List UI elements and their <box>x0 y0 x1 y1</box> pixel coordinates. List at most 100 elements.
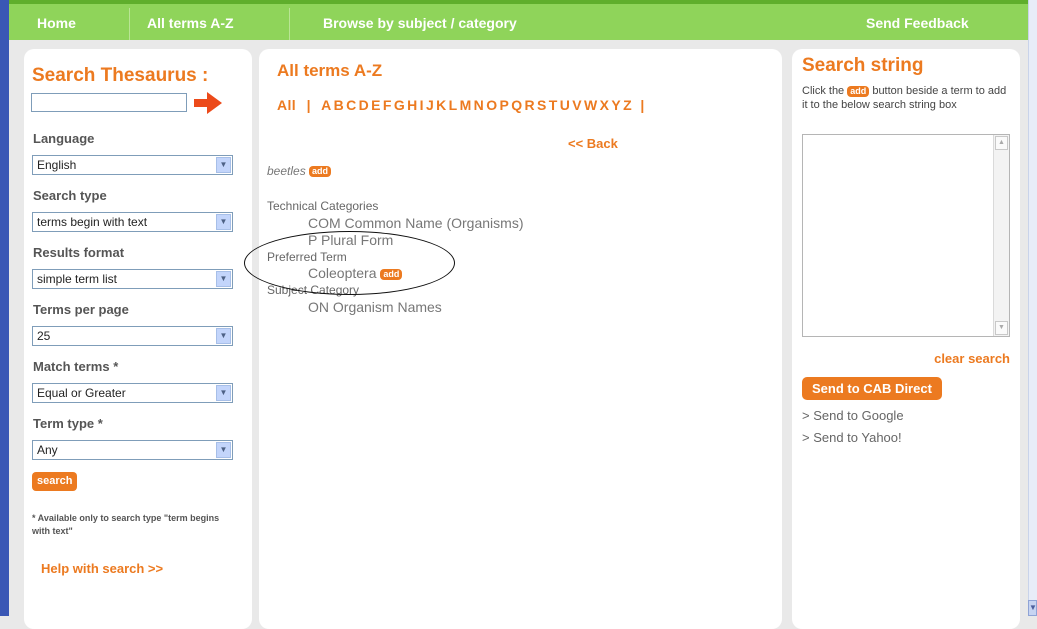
back-link[interactable]: << Back <box>568 136 618 151</box>
terms-per-page-select-value: 25 <box>37 329 51 343</box>
nav-all-terms[interactable]: All terms A-Z <box>147 15 234 31</box>
match-terms-select-value: Equal or Greater <box>37 386 126 400</box>
nav-divider <box>289 8 290 40</box>
term-text: beetles <box>267 164 306 178</box>
search-string-panel: Search string Click the add button besid… <box>792 49 1020 629</box>
scroll-up-icon[interactable]: ▲ <box>995 136 1008 150</box>
nav-send-feedback[interactable]: Send Feedback <box>866 15 969 31</box>
chevron-down-icon[interactable]: ▼ <box>216 442 231 458</box>
nav-home[interactable]: Home <box>37 15 76 31</box>
send-to-cab-direct-button[interactable]: Send to CAB Direct <box>802 377 942 400</box>
alpha-letter-link[interactable]: S <box>537 97 547 113</box>
search-button[interactable]: search <box>32 472 78 491</box>
alpha-letter-link[interactable]: C <box>346 97 357 113</box>
alpha-letter-link[interactable]: K <box>436 97 447 113</box>
alphabet-index: All | ABCDEFGHIJKLMNOPQRSTUVWXYZ | <box>277 97 647 113</box>
alpha-letter-link[interactable]: W <box>584 97 598 113</box>
search-string-textarea[interactable]: ▲ ▼ <box>802 134 1010 337</box>
match-terms-label: Match terms * <box>33 359 119 374</box>
window-left-edge <box>0 0 9 616</box>
language-select[interactable]: English ▼ <box>32 155 233 175</box>
alpha-letter-link[interactable]: A <box>321 97 332 113</box>
results-format-label: Results format <box>33 245 125 260</box>
all-terms-title: All terms A-Z <box>277 61 383 80</box>
results-format-select[interactable]: simple term list ▼ <box>32 269 233 289</box>
alpha-letter-link[interactable]: O <box>486 97 497 113</box>
alpha-letter-link[interactable]: V <box>572 97 582 113</box>
search-type-select[interactable]: terms begin with text ▼ <box>32 212 233 232</box>
add-badge-example: add <box>847 85 870 97</box>
preferred-term: Coleoptera add <box>308 265 403 281</box>
alpha-letter-link[interactable]: L <box>449 97 458 113</box>
instr-text-before: Click the <box>802 85 848 97</box>
add-term-button[interactable]: add <box>309 166 332 178</box>
chevron-down-icon[interactable]: ▼ <box>216 271 231 287</box>
go-arrow-icon[interactable] <box>192 89 224 117</box>
preferred-term-link[interactable]: Coleoptera <box>308 265 377 281</box>
alpha-divider: | <box>640 97 645 113</box>
search-string-title: Search string <box>802 55 924 76</box>
alpha-letter-link[interactable]: M <box>460 97 472 113</box>
results-format-select-value: simple term list <box>37 272 118 286</box>
term-type-label: Term type * <box>33 416 103 431</box>
chevron-down-icon[interactable]: ▼ <box>216 214 231 230</box>
technical-category-p: P Plural Form <box>308 232 394 248</box>
technical-category-com: COM Common Name (Organisms) <box>308 215 524 231</box>
terms-per-page-label: Terms per page <box>33 302 129 317</box>
technical-categories-label: Technical Categories <box>267 199 379 213</box>
letter-links: ABCDEFGHIJKLMNOPQRSTUVWXYZ <box>321 97 634 113</box>
term-type-select[interactable]: Any ▼ <box>32 440 233 460</box>
alpha-letter-link[interactable]: F <box>383 97 392 113</box>
top-navigation: Home All terms A-Z Browse by subject / c… <box>9 0 1028 40</box>
textarea-scrollbar[interactable]: ▲ ▼ <box>993 135 1009 336</box>
language-select-value: English <box>37 158 77 172</box>
nav-browse[interactable]: Browse by subject / category <box>323 15 517 31</box>
send-to-yahoo-link[interactable]: > Send to Yahoo! <box>802 430 902 445</box>
alpha-letter-link[interactable]: I <box>420 97 424 113</box>
chevron-down-icon[interactable]: ▼ <box>216 385 231 401</box>
search-input[interactable] <box>31 93 187 112</box>
preferred-term-label: Preferred Term <box>267 250 347 264</box>
alpha-letter-link[interactable]: N <box>474 97 485 113</box>
alpha-letter-link[interactable]: H <box>407 97 418 113</box>
alpha-letter-link[interactable]: B <box>334 97 345 113</box>
language-label: Language <box>33 131 95 146</box>
chevron-down-icon[interactable]: ▼ <box>216 328 231 344</box>
scroll-down-icon[interactable]: ▼ <box>995 321 1008 335</box>
help-with-search-link[interactable]: Help with search >> <box>41 561 163 576</box>
add-preferred-term-button[interactable]: add <box>380 268 403 280</box>
chevron-down-icon[interactable]: ▼ <box>216 157 231 173</box>
alpha-letter-link[interactable]: Q <box>511 97 522 113</box>
alpha-letter-link[interactable]: U <box>560 97 571 113</box>
term-type-select-value: Any <box>37 443 58 457</box>
all-terms-panel: All terms A-Z All | ABCDEFGHIJKLMNOPQRST… <box>259 49 782 629</box>
alpha-letter-link[interactable]: D <box>359 97 370 113</box>
search-type-note: * Available only to search type "term be… <box>32 513 220 536</box>
alpha-letter-link[interactable]: T <box>549 97 558 113</box>
term-heading: beetles add <box>267 164 332 178</box>
alpha-letter-link[interactable]: G <box>394 97 405 113</box>
subject-category-label: Subject Category <box>267 283 360 297</box>
search-thesaurus-panel: Search Thesaurus : Language English ▼ Se… <box>24 49 252 629</box>
alpha-letter-link[interactable]: Y <box>611 97 621 113</box>
alpha-letter-link[interactable]: E <box>371 97 381 113</box>
send-to-google-link[interactable]: > Send to Google <box>802 408 904 423</box>
nav-divider <box>129 8 130 40</box>
search-type-label: Search type <box>33 188 107 203</box>
alpha-all-link[interactable]: All <box>277 97 296 113</box>
alpha-letter-link[interactable]: Z <box>623 97 632 113</box>
page-scrollbar[interactable] <box>1028 0 1037 616</box>
alpha-letter-link[interactable]: X <box>600 97 610 113</box>
search-type-select-value: terms begin with text <box>37 215 148 229</box>
terms-per-page-select[interactable]: 25 ▼ <box>32 326 233 346</box>
alpha-letter-link[interactable]: J <box>426 97 434 113</box>
alpha-letter-link[interactable]: R <box>525 97 536 113</box>
search-thesaurus-title: Search Thesaurus : <box>32 65 209 86</box>
clear-search-link[interactable]: clear search <box>934 351 1010 366</box>
subject-category-value: ON Organism Names <box>308 299 442 315</box>
scroll-down-arrow-icon[interactable]: ▼ <box>1028 600 1037 616</box>
search-string-instructions: Click the add button beside a term to ad… <box>802 84 1012 112</box>
alpha-divider: | <box>302 97 316 113</box>
match-terms-select[interactable]: Equal or Greater ▼ <box>32 383 233 403</box>
alpha-letter-link[interactable]: P <box>499 97 509 113</box>
